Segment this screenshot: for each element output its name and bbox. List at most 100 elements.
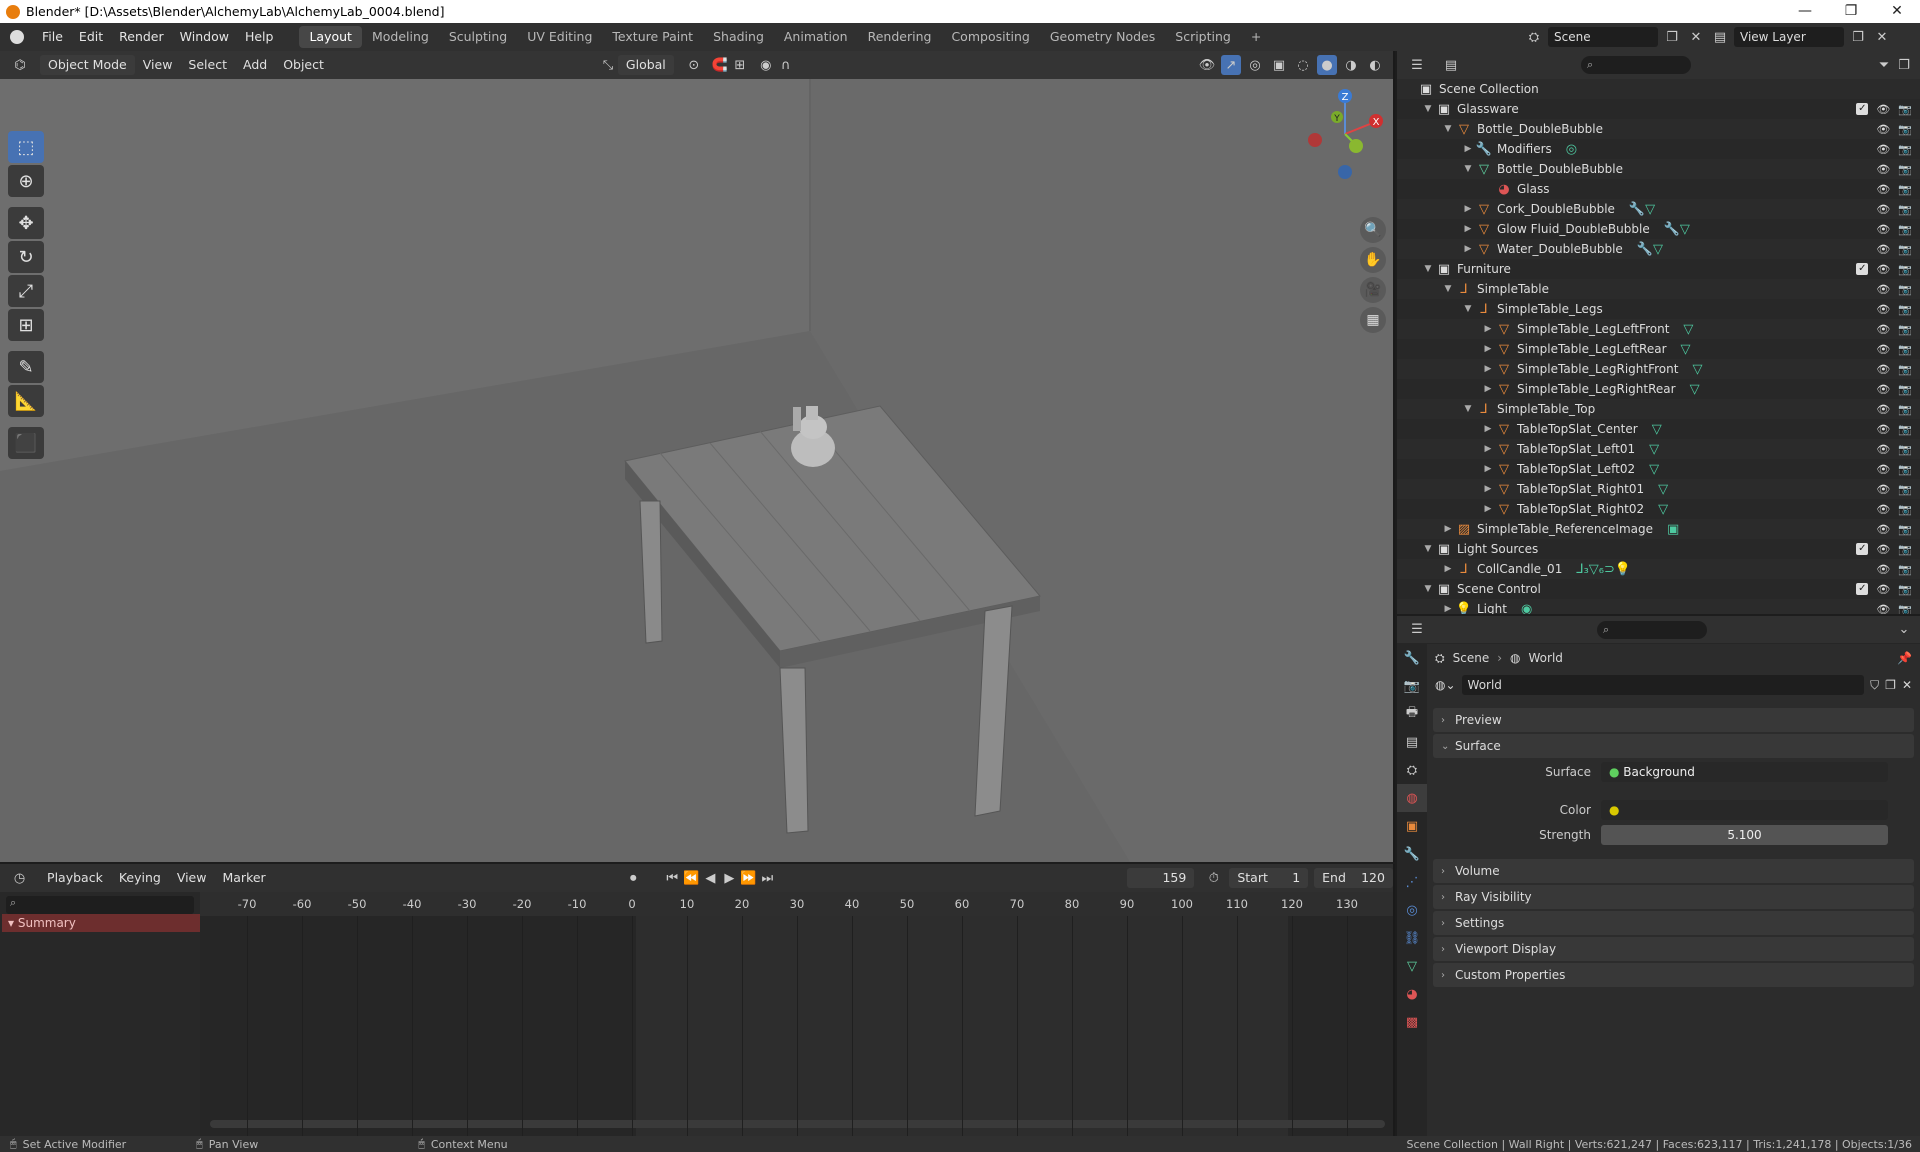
data-badge-icon[interactable]: ▣ [1667,522,1679,537]
outliner-row[interactable]: ▼ ⅃ SimpleTable_Legs 👁 📷 [1397,299,1920,319]
delete-view-layer-icon[interactable]: ✕ [1872,27,1892,47]
rotate-tool-icon[interactable]: ↻ [8,241,44,273]
panel-settings[interactable]: › Settings [1433,911,1914,935]
view-layer-tab-icon[interactable]: ▤ [1397,728,1427,756]
eye-icon[interactable]: 👁 [1876,323,1890,336]
eye-icon[interactable]: 👁 [1876,383,1890,396]
outliner-row[interactable]: ▶ ▽ SimpleTable_LegRightFront ▽ 👁 📷 [1397,359,1920,379]
eye-icon[interactable]: 👁 [1876,163,1890,176]
expand-down-icon[interactable]: ▼ [1421,264,1435,274]
maximize-button[interactable]: ❐ [1828,0,1874,23]
outliner-row[interactable]: ▶ ▽ SimpleTable_LegLeftFront ▽ 👁 📷 [1397,319,1920,339]
panel-custom-properties[interactable]: › Custom Properties [1433,963,1914,987]
measure-tool-icon[interactable]: 📐 [8,385,44,417]
camera-icon[interactable]: 📷 [1898,303,1912,316]
data-badge-icon[interactable]: ◎ [1566,142,1577,157]
tab-layout[interactable]: Layout [299,26,362,48]
outliner-row[interactable]: ▶ 💡 Light ◉ 👁 📷 [1397,599,1920,614]
wireframe-shading-icon[interactable]: ◌ [1293,55,1313,75]
eye-icon[interactable]: 👁 [1876,463,1890,476]
expand-right-icon[interactable]: ▶ [1481,344,1495,354]
end-frame-field[interactable]: End 120 [1314,868,1393,888]
perspective-grid-icon[interactable]: ▦ [1360,307,1386,333]
expand-down-icon[interactable]: ▼ [1441,284,1455,294]
scene-collection-row[interactable]: ▣ Scene Collection [1397,79,1920,99]
view-layer-selector[interactable]: View Layer [1734,27,1844,47]
mode-dropdown[interactable]: Object Mode [40,55,135,75]
falloff-icon[interactable]: ∩ [776,55,796,75]
particles-tab-icon[interactable]: ⋰ [1397,868,1427,896]
tab-modeling[interactable]: Modeling [362,26,439,48]
play-icon[interactable]: ▶ [720,868,739,888]
eye-icon[interactable]: 👁 [1876,143,1890,156]
close-button[interactable]: ✕ [1874,0,1920,23]
camera-icon[interactable]: 📷 [1898,523,1912,536]
eye-icon[interactable]: 👁 [1876,503,1890,516]
camera-icon[interactable]: 📷 [1898,203,1912,216]
fake-user-icon[interactable]: ⛉ [1870,678,1879,693]
add-workspace-button[interactable]: + [1241,26,1271,48]
material-tab-icon[interactable]: ◕ [1397,980,1427,1008]
camera-icon[interactable]: 📷 [1898,103,1912,116]
properties-editor-icon[interactable]: ☰ [1407,620,1427,640]
eye-icon[interactable]: 👁 [1876,563,1890,576]
eye-icon[interactable]: 👁 [1876,103,1890,116]
timeline-editor[interactable]: ◷ Playback Keying View Marker ⏺ ⏮ ⏪ ◀ ▶ … [0,864,1395,1136]
visibility-icon[interactable]: 👁 [1197,55,1217,75]
data-badge-icon[interactable]: ▽ [1683,322,1693,337]
annotate-tool-icon[interactable]: ✎ [8,351,44,383]
breadcrumb-world[interactable]: World [1529,651,1563,665]
minimize-button[interactable]: — [1782,0,1828,23]
timeline-editor-icon[interactable]: ◷ [10,868,29,888]
camera-icon[interactable]: 📷 [1898,183,1912,196]
menu-window[interactable]: Window [172,23,237,51]
outliner-row[interactable]: ▼ ▽ Bottle_DoubleBubble 👁 📷 [1397,119,1920,139]
camera-icon[interactable]: 📷 [1898,543,1912,556]
current-frame-field[interactable]: 159 [1126,868,1195,888]
tab-texture-paint[interactable]: Texture Paint [602,26,703,48]
modifier-tab-icon[interactable]: 🔧 [1397,840,1427,868]
blender-menu-icon[interactable] [10,30,24,44]
expand-right-icon[interactable]: ▶ [1461,204,1475,214]
constraints-tab-icon[interactable]: ⛓ [1397,924,1427,952]
eye-icon[interactable]: 👁 [1876,583,1890,596]
data-badge-icon[interactable]: ▽ [1681,342,1691,357]
scene-tab-icon[interactable]: ⛭ [1397,756,1427,784]
filter-icon[interactable]: ⏷ [1874,55,1894,75]
strength-field[interactable]: 5.100 [1601,825,1888,845]
outliner-row[interactable]: ▼ ▣ Light Sources ✓ 👁 📷 [1397,539,1920,559]
eye-icon[interactable]: 👁 [1876,243,1890,256]
outliner-row[interactable]: ▶ ▽ TableTopSlat_Left01 ▽ 👁 📷 [1397,439,1920,459]
expand-down-icon[interactable]: ▼ [1421,544,1435,554]
world-name-field[interactable]: World [1461,675,1865,695]
start-frame-field[interactable]: Start 1 [1229,868,1309,888]
prev-keyframe-icon[interactable]: ⏪ [682,868,701,888]
camera-icon[interactable]: 📷 [1898,603,1912,615]
camera-icon[interactable]: 📷 [1898,423,1912,436]
unlink-icon[interactable]: ✕ [1902,678,1912,692]
chevron-down-icon[interactable]: ⌄ [1894,620,1914,640]
camera-icon[interactable]: 📷 [1898,243,1912,256]
output-tab-icon[interactable]: 🖶 [1397,700,1427,728]
3d-viewport[interactable]: ⌬ Object Mode View Select Add Object ⤡ G… [0,51,1395,862]
outliner-row[interactable]: ▶ ▽ TableTopSlat_Left02 ▽ 👁 📷 [1397,459,1920,479]
outliner-row[interactable]: ▼ ▣ Scene Control ✓ 👁 📷 [1397,579,1920,599]
outliner-row[interactable]: ▼ ⅃ SimpleTable 👁 📷 [1397,279,1920,299]
orientation-dropdown[interactable]: Global [617,55,674,75]
camera-icon[interactable]: 📷 [1898,363,1912,376]
camera-icon[interactable]: 📷 [1898,443,1912,456]
select-box-tool-icon[interactable]: ⬚ [8,131,44,163]
next-keyframe-icon[interactable]: ⏩ [739,868,758,888]
timeline-ruler[interactable]: -70 -60 -50 -40 -30 -20 -10 0 10 20 30 40 50 60 70 80 90… [200,892,1393,916]
tab-shading[interactable]: Shading [703,26,774,48]
camera-icon[interactable]: 📷 [1898,223,1912,236]
exclude-checkbox[interactable]: ✓ [1856,102,1869,115]
eye-icon[interactable]: 👁 [1876,223,1890,236]
gizmo-toggle-icon[interactable]: ↗ [1221,55,1241,75]
menu-edit[interactable]: Edit [71,23,111,51]
camera-icon[interactable]: 📷 [1898,343,1912,356]
move-tool-icon[interactable]: ✥ [8,207,44,239]
outliner-row[interactable]: ▶ ▽ TableTopSlat_Center ▽ 👁 📷 [1397,419,1920,439]
scene-selector[interactable]: Scene [1548,27,1658,47]
outliner-row[interactable]: ▶ ▽ Water_DoubleBubble 🔧▽ 👁 📷 [1397,239,1920,259]
